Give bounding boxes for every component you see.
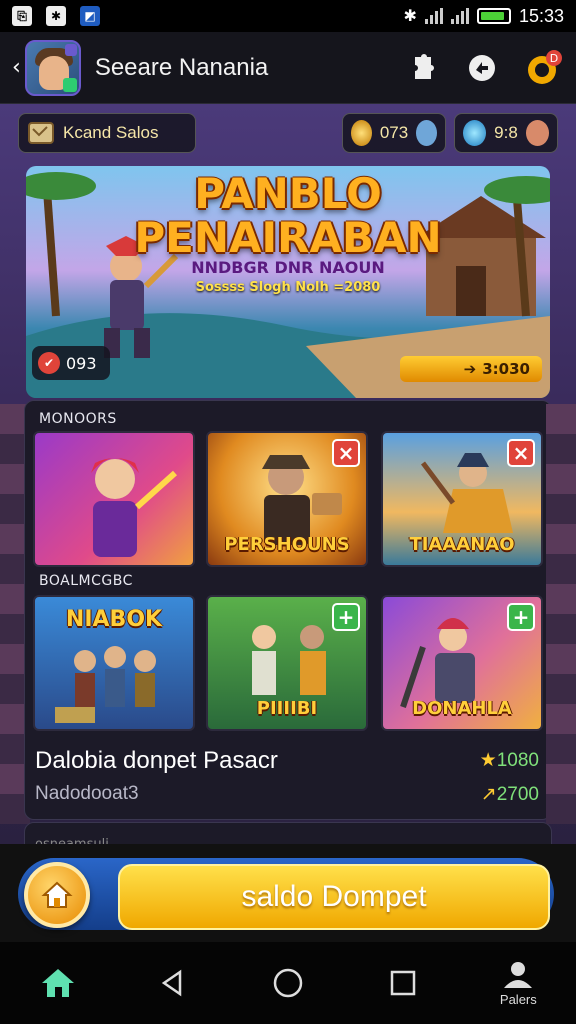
- svg-text:D: D: [550, 52, 558, 65]
- banner-right-value: 3:030: [482, 360, 530, 378]
- signal-icon-2: [450, 8, 469, 24]
- puzzle-button[interactable]: [400, 48, 440, 88]
- share-icon: [469, 54, 495, 81]
- summary-value-2: ↗2700: [480, 784, 539, 805]
- nav-back[interactable]: [133, 948, 213, 1018]
- status-bar: ⎘ ✱ ◩ ✱ 15:33: [0, 0, 576, 32]
- nav-home[interactable]: [18, 948, 98, 1018]
- map-icon: [28, 122, 54, 144]
- close-button[interactable]: ×: [332, 439, 360, 467]
- game-card-3[interactable]: × TIAAANAO: [381, 431, 543, 567]
- home-icon: [41, 881, 73, 908]
- coin-icon: [351, 120, 372, 146]
- notification-button[interactable]: D: [524, 48, 564, 88]
- quest-pill[interactable]: Kcand Salos: [18, 113, 196, 153]
- game-card-1[interactable]: [33, 431, 195, 567]
- character-icon-2: [525, 120, 549, 146]
- summary-value-1: ★1080: [479, 750, 539, 771]
- counter-2-value: 9:8: [494, 123, 518, 142]
- counter-pill-1[interactable]: 073: [342, 113, 446, 153]
- game-card-caption: TIAAANAO: [409, 534, 515, 555]
- nav-recents[interactable]: [363, 948, 443, 1018]
- banner-title: PANBLO PENAIRABAN: [134, 169, 442, 262]
- gem-icon: [463, 120, 487, 146]
- banner-left-badge[interactable]: ✔ 093: [32, 346, 110, 380]
- game-card-caption: DONAHLA: [412, 698, 512, 719]
- resource-row: Kcand Salos 073 9:8: [18, 112, 558, 154]
- counter-1-value: 073: [379, 123, 409, 142]
- banner-right-badge[interactable]: ➔ 3:030: [400, 356, 542, 382]
- avatar[interactable]: [24, 39, 81, 96]
- status-notifications: ⎘ ✱ ◩: [12, 6, 100, 26]
- share-button[interactable]: [462, 48, 502, 88]
- summary-subtitle: Nadodooat3: [35, 783, 139, 804]
- back-chevron-icon[interactable]: ‹: [12, 55, 21, 80]
- section-label-2: BOALMCGBC: [39, 573, 133, 589]
- add-button[interactable]: +: [332, 603, 360, 631]
- add-button[interactable]: +: [507, 603, 535, 631]
- game-card-6[interactable]: + DONAHLA: [381, 595, 543, 731]
- players-icon: [504, 961, 533, 988]
- summary-title: Dalobia donpet Pasacr: [35, 747, 278, 774]
- heart-icon: ✔: [38, 352, 60, 374]
- recents-square-icon: [390, 970, 416, 996]
- app-notification-icon: ◩: [80, 6, 100, 26]
- game-card-5[interactable]: + PIIIIBI: [206, 595, 368, 731]
- puzzle-icon: ✱: [46, 6, 66, 26]
- next-section-label: osneamsuli: [35, 837, 109, 844]
- banner-left-value: 093: [66, 353, 97, 373]
- quest-label: Kcand Salos: [63, 123, 159, 142]
- character-icon: [416, 120, 437, 146]
- avatar-badge-icon: [64, 43, 77, 56]
- next-section-panel: osneamsuli: [24, 822, 552, 844]
- arrow-icon: ➔: [463, 360, 477, 378]
- game-card-caption: PERSHOUNS: [224, 534, 350, 555]
- section-label-1: MONOORS: [39, 411, 117, 427]
- puzzle-icon: [415, 53, 434, 79]
- home-button[interactable]: [24, 862, 90, 928]
- counter-pill-2[interactable]: 9:8: [454, 113, 558, 153]
- nav-home-circle[interactable]: [248, 948, 328, 1018]
- game-card-caption: NIABOK: [65, 607, 163, 632]
- signal-icon: [424, 8, 443, 24]
- avatar-level-icon: [62, 77, 77, 92]
- star-icon: ★: [479, 750, 497, 771]
- nav-profile-label: Palers: [499, 991, 537, 1007]
- close-button[interactable]: ×: [507, 439, 535, 467]
- nav-bar: Palers: [0, 942, 576, 1024]
- games-panel: MONOORS × PERSHOUNS × TIAAANAO BOALMCGBC…: [24, 400, 552, 820]
- saldo-dompet-button[interactable]: saldo Dompet: [118, 864, 550, 930]
- clipboard-icon: ⎘: [12, 6, 32, 26]
- arrow-up-icon: ↗: [480, 784, 497, 805]
- game-card-4[interactable]: NIABOK: [33, 595, 195, 731]
- bluetooth-icon: ✱: [403, 8, 417, 25]
- game-card-2[interactable]: × PERSHOUNS: [206, 431, 368, 567]
- page-title: Seeare Nanania: [94, 53, 269, 81]
- back-triangle-icon: [161, 969, 182, 997]
- banner-subtitle-2: Sossss Slogh Nolh =2080: [195, 280, 381, 295]
- action-bar: saldo Dompet: [0, 844, 576, 942]
- main-content: Kcand Salos 073 9:8 PANBLO PENAIRABAN NN…: [0, 104, 576, 844]
- status-indicators: ✱ 15:33: [404, 6, 564, 27]
- hero-illustration: [91, 458, 178, 557]
- nav-profile[interactable]: Palers: [478, 948, 558, 1018]
- clock: 15:33: [518, 5, 564, 26]
- game-card-caption: PIIIIBI: [256, 698, 318, 719]
- notification-icon: D: [528, 49, 562, 84]
- app-header: ‹ Seeare Nanania D: [0, 32, 576, 104]
- home-circle-icon: [273, 968, 303, 998]
- home-icon: [41, 969, 74, 997]
- battery-icon: [476, 8, 511, 24]
- banner-subtitle: NNDBGR DNR NAOUN: [191, 258, 385, 277]
